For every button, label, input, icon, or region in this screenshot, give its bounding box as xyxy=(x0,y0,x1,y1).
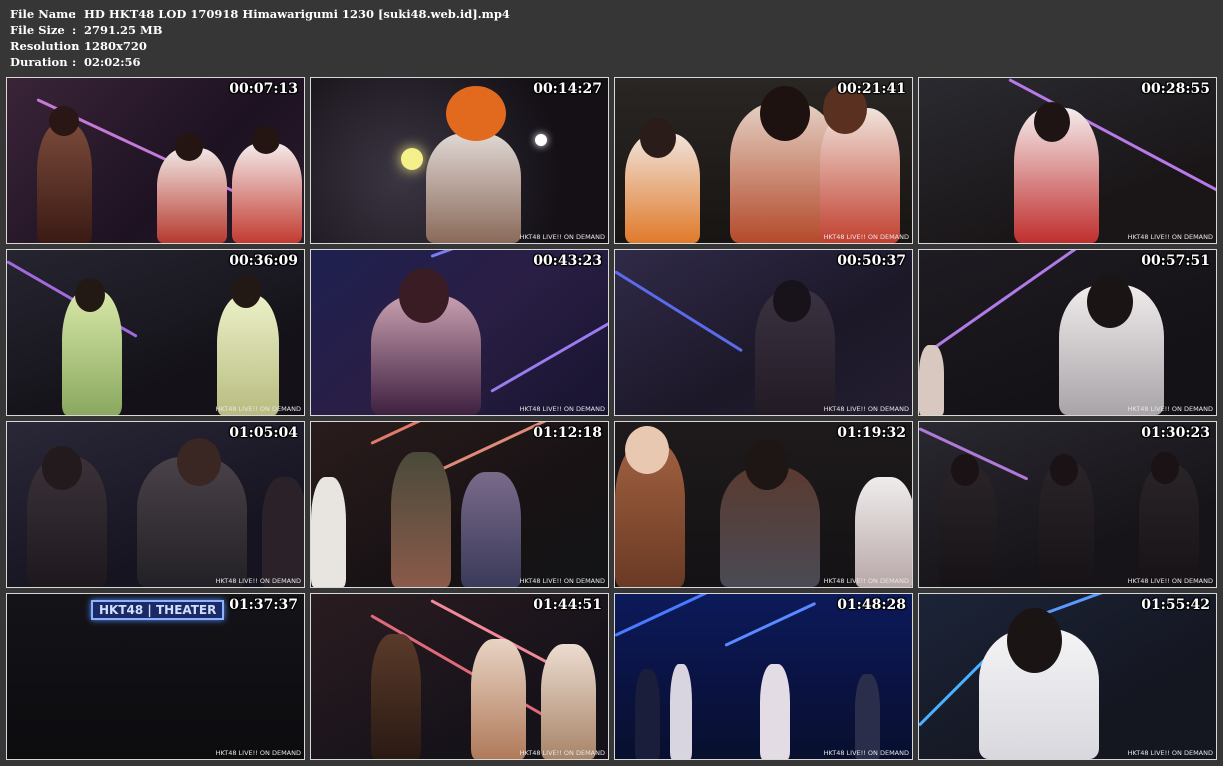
timestamp: 00:43:23 xyxy=(533,253,602,269)
timestamp: 00:21:41 xyxy=(837,81,906,97)
watermark: HKT48 LIVE!! ON DEMAND xyxy=(519,405,605,413)
file-size-row: File Size : 2791.25 MB xyxy=(10,22,510,38)
thumbnail[interactable]: 00:14:27 HKT48 LIVE!! ON DEMAND xyxy=(310,77,609,244)
thumbnail[interactable]: 00:07:13 xyxy=(6,77,305,244)
resolution-row: Resolution : 1280x720 xyxy=(10,38,510,54)
file-name-value: HD HKT48 LOD 170918 Himawarigumi 1230 [s… xyxy=(84,7,510,21)
thumbnail[interactable]: 00:36:09 HKT48 LIVE!! ON DEMAND xyxy=(6,249,305,416)
thumbnail[interactable]: 00:43:23 HKT48 LIVE!! ON DEMAND xyxy=(310,249,609,416)
thumbnail[interactable]: 00:21:41 HKT48 LIVE!! ON DEMAND xyxy=(614,77,913,244)
frame-image xyxy=(615,594,912,759)
watermark: HKT48 LIVE!! ON DEMAND xyxy=(519,749,605,757)
watermark: HKT48 LIVE!! ON DEMAND xyxy=(1127,577,1213,585)
theater-sign: HKT48 | THEATER xyxy=(91,600,225,620)
timestamp: 00:36:09 xyxy=(229,253,298,269)
file-size-label: File Size xyxy=(10,23,65,37)
duration-label: Duration xyxy=(10,55,68,69)
resolution-value: 1280x720 xyxy=(84,39,147,53)
thumbnail[interactable]: 01:44:51 HKT48 LIVE!! ON DEMAND xyxy=(310,593,609,760)
separator: : xyxy=(72,39,77,53)
frame-image xyxy=(7,422,304,587)
thumbnail[interactable]: 01:19:32 HKT48 LIVE!! ON DEMAND xyxy=(614,421,913,588)
separator: : xyxy=(72,55,77,69)
frame-image: HKT48 | THEATER xyxy=(7,594,304,759)
frame-image xyxy=(615,422,912,587)
timestamp: 00:14:27 xyxy=(533,81,602,97)
frame-image xyxy=(919,422,1216,587)
timestamp: 01:30:23 xyxy=(1141,425,1210,441)
watermark: HKT48 LIVE!! ON DEMAND xyxy=(1127,405,1213,413)
duration-value: 02:02:56 xyxy=(84,55,141,69)
frame-image xyxy=(615,250,912,415)
frame-image xyxy=(7,250,304,415)
frame-image xyxy=(311,422,608,587)
frame-image xyxy=(7,78,304,243)
separator: : xyxy=(72,7,77,21)
file-name-row: File Name : HD HKT48 LOD 170918 Himawari… xyxy=(10,6,510,22)
watermark: HKT48 LIVE!! ON DEMAND xyxy=(1127,749,1213,757)
timestamp: 01:12:18 xyxy=(533,425,602,441)
resolution-label: Resolution xyxy=(10,39,80,53)
thumbnail[interactable]: 00:57:51 HKT48 LIVE!! ON DEMAND xyxy=(918,249,1217,416)
timestamp: 00:50:37 xyxy=(837,253,906,269)
watermark: HKT48 LIVE!! ON DEMAND xyxy=(215,405,301,413)
watermark: HKT48 LIVE!! ON DEMAND xyxy=(823,233,909,241)
watermark: HKT48 LIVE!! ON DEMAND xyxy=(519,577,605,585)
thumbnail-grid: 00:07:13 00:14:27 HKT48 LIVE!! ON DEMAND… xyxy=(6,77,1217,760)
watermark: HKT48 LIVE!! ON DEMAND xyxy=(1127,233,1213,241)
frame-image xyxy=(919,78,1216,243)
frame-image xyxy=(311,78,608,243)
watermark: HKT48 LIVE!! ON DEMAND xyxy=(823,577,909,585)
timestamp: 00:57:51 xyxy=(1141,253,1210,269)
frame-image xyxy=(615,78,912,243)
timestamp: 00:07:13 xyxy=(229,81,298,97)
frame-image xyxy=(919,250,1216,415)
timestamp: 01:37:37 xyxy=(229,597,298,613)
separator: : xyxy=(72,23,77,37)
timestamp: 01:55:42 xyxy=(1141,597,1210,613)
file-size-value: 2791.25 MB xyxy=(84,23,163,37)
thumbnail[interactable]: HKT48 | THEATER 01:37:37 HKT48 LIVE!! ON… xyxy=(6,593,305,760)
timestamp: 01:44:51 xyxy=(533,597,602,613)
thumbnail[interactable]: 00:28:55 HKT48 LIVE!! ON DEMAND xyxy=(918,77,1217,244)
frame-image xyxy=(311,250,608,415)
thumbnail[interactable]: 01:30:23 HKT48 LIVE!! ON DEMAND xyxy=(918,421,1217,588)
thumbnail[interactable]: 01:12:18 HKT48 LIVE!! ON DEMAND xyxy=(310,421,609,588)
duration-row: Duration : 02:02:56 xyxy=(10,54,510,70)
timestamp: 01:05:04 xyxy=(229,425,298,441)
timestamp: 00:28:55 xyxy=(1141,81,1210,97)
watermark: HKT48 LIVE!! ON DEMAND xyxy=(823,749,909,757)
watermark: HKT48 LIVE!! ON DEMAND xyxy=(823,405,909,413)
timestamp: 01:48:28 xyxy=(837,597,906,613)
timestamp: 01:19:32 xyxy=(837,425,906,441)
file-info-panel: File Name : HD HKT48 LOD 170918 Himawari… xyxy=(10,6,510,70)
watermark: HKT48 LIVE!! ON DEMAND xyxy=(215,749,301,757)
thumbnail[interactable]: 01:05:04 HKT48 LIVE!! ON DEMAND xyxy=(6,421,305,588)
file-name-label: File Name xyxy=(10,7,76,21)
watermark: HKT48 LIVE!! ON DEMAND xyxy=(519,233,605,241)
thumbnail[interactable]: 01:48:28 HKT48 LIVE!! ON DEMAND xyxy=(614,593,913,760)
thumbnail[interactable]: 01:55:42 HKT48 LIVE!! ON DEMAND xyxy=(918,593,1217,760)
watermark: HKT48 LIVE!! ON DEMAND xyxy=(215,577,301,585)
thumbnail[interactable]: 00:50:37 HKT48 LIVE!! ON DEMAND xyxy=(614,249,913,416)
frame-image xyxy=(919,594,1216,759)
frame-image xyxy=(311,594,608,759)
